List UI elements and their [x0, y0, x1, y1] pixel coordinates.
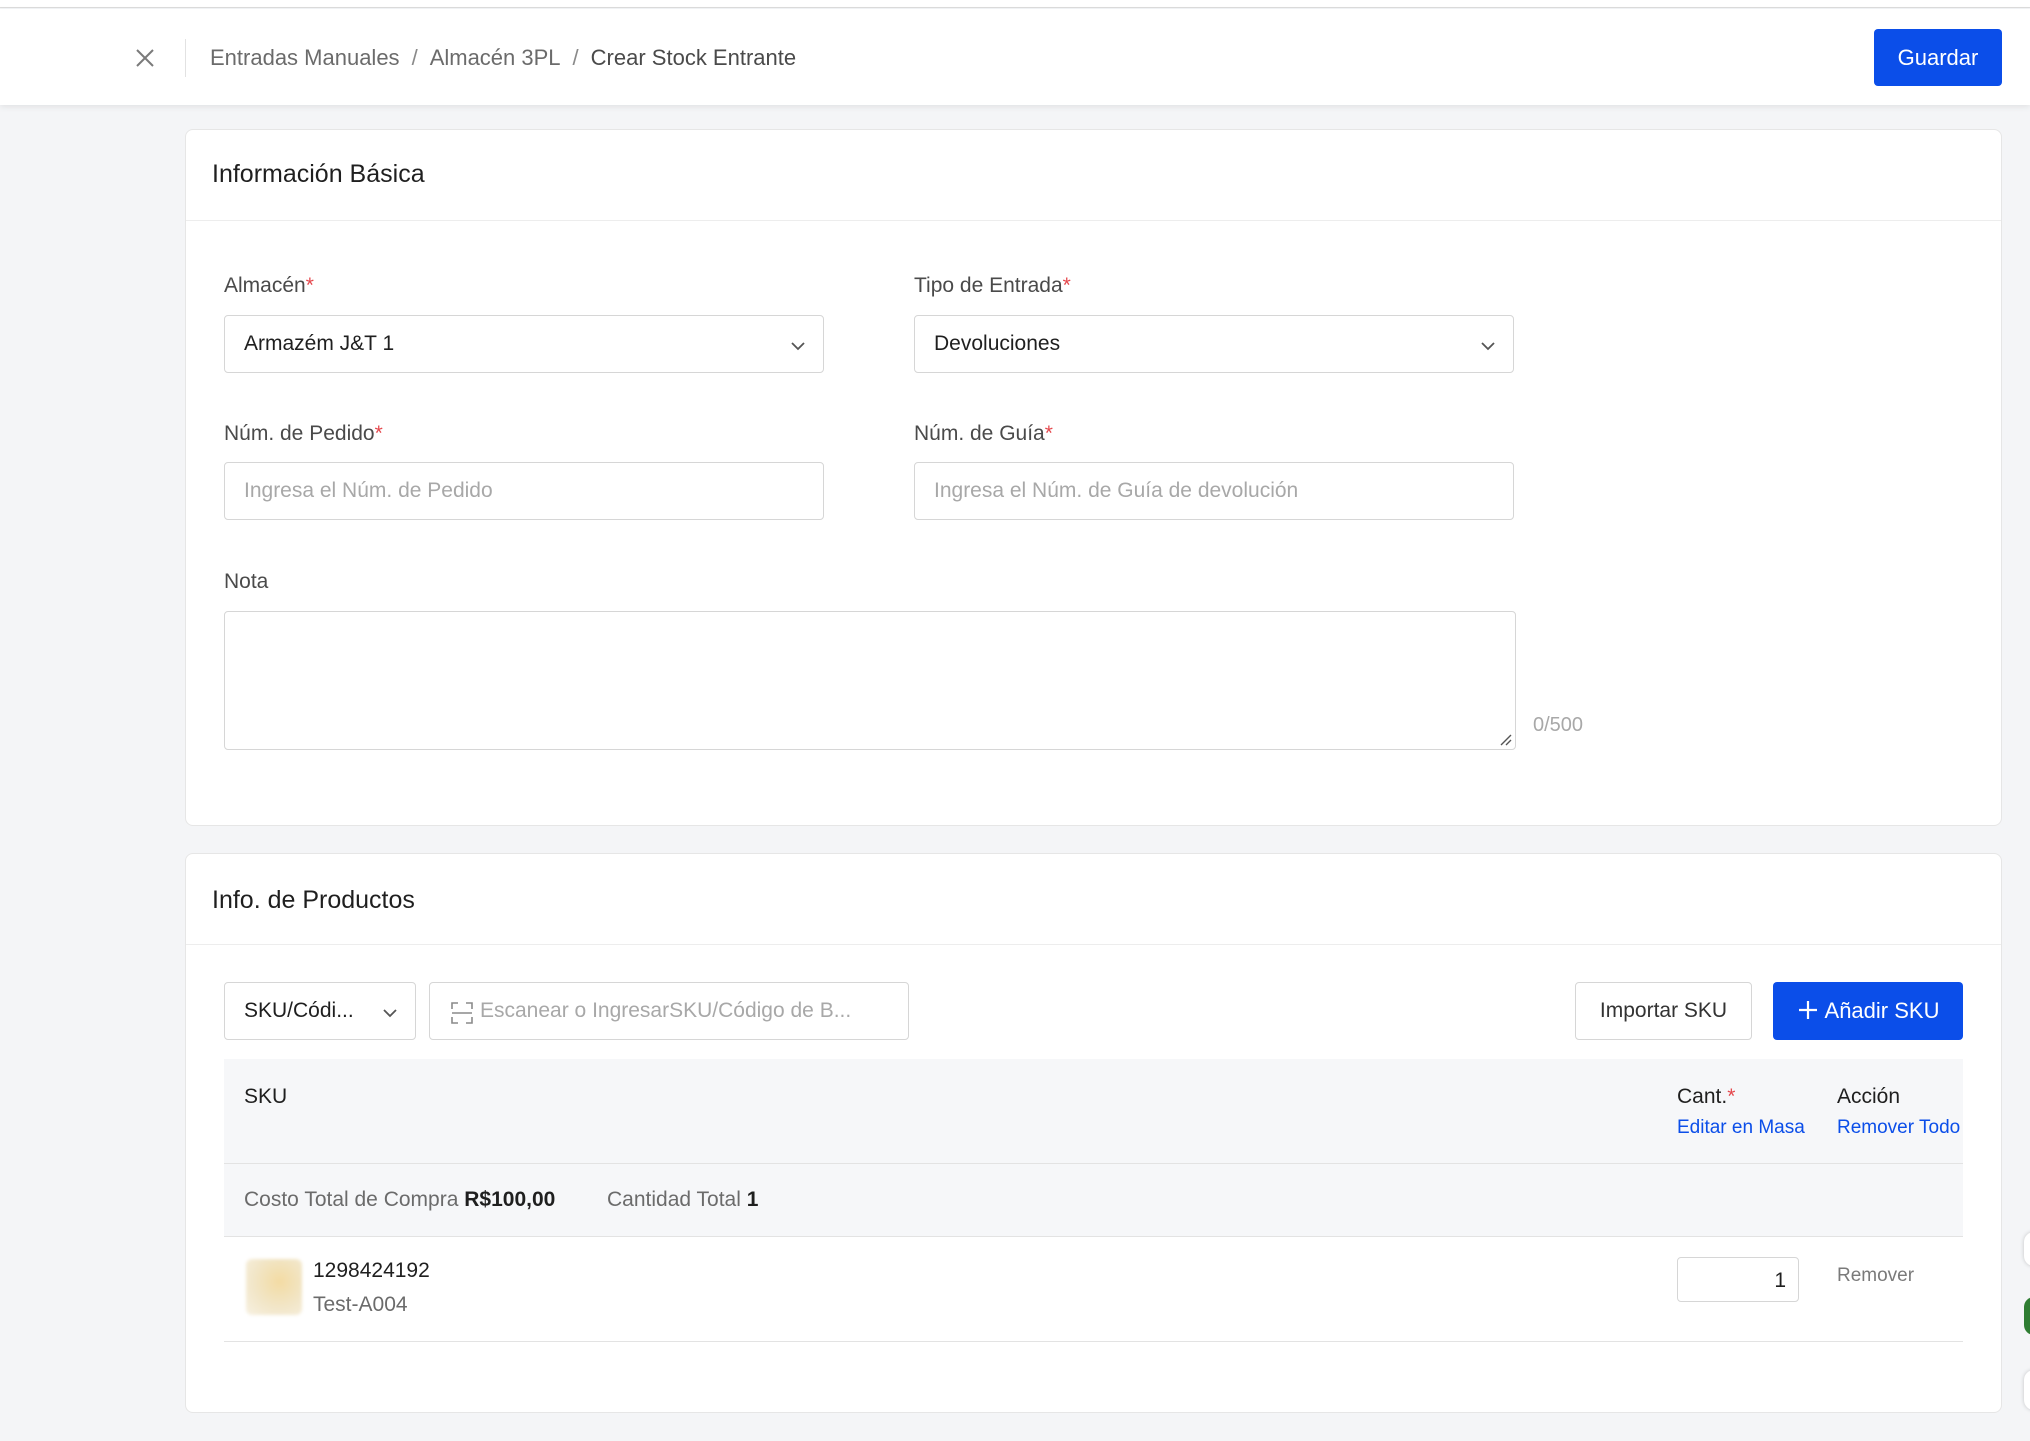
products-title: Info. de Productos [212, 886, 415, 914]
summary-cost: Costo Total de Compra R$100,00 [244, 1188, 556, 1211]
basic-info-card: Información Básica Almacén* Armazém J&T … [185, 129, 2002, 826]
entry-type-label: Tipo de Entrada* [914, 274, 1071, 297]
qty-value: 1 [1774, 1269, 1786, 1292]
warehouse-label: Almacén* [224, 274, 314, 297]
table-divider [224, 1341, 1963, 1342]
chevron-down-icon [1479, 337, 1497, 355]
chevron-down-icon [789, 337, 807, 355]
remove-row-link[interactable]: Remover [1837, 1265, 1914, 1287]
floating-widget-edge[interactable] [2024, 1232, 2030, 1266]
breadcrumb: Entradas Manuales / Almacén 3PL / Crear Stoc… [210, 45, 796, 71]
col-action-header: Acción [1837, 1085, 1901, 1108]
chevron-down-icon [381, 1004, 399, 1022]
plus-icon [1797, 999, 1819, 1021]
top-border [0, 0, 2030, 8]
breadcrumb-separator: / [572, 45, 579, 70]
breadcrumb-item-entradas[interactable]: Entradas Manuales [210, 45, 400, 70]
search-type-value: SKU/Códi... [244, 999, 354, 1022]
add-sku-label: Añadir SKU [1824, 998, 1940, 1023]
scan-icon [450, 1001, 474, 1025]
order-no-input[interactable]: Ingresa el Núm. de Pedido [224, 462, 824, 520]
note-textarea[interactable] [224, 611, 1516, 750]
note-counter: 0/500 [1533, 714, 1584, 736]
entry-type-select[interactable]: Devoluciones [914, 315, 1514, 373]
basic-info-title: Información Básica [212, 160, 425, 188]
order-no-label: Núm. de Pedido* [224, 422, 383, 445]
warehouse-select[interactable]: Armazém J&T 1 [224, 315, 824, 373]
floating-widget-edge[interactable] [2024, 1370, 2030, 1410]
entry-type-value: Devoluciones [934, 332, 1061, 355]
warehouse-value: Armazém J&T 1 [244, 332, 395, 355]
col-qty-header: Cant.* [1677, 1085, 1736, 1108]
remove-all-link[interactable]: Remover Todo [1837, 1117, 1960, 1139]
search-type-select[interactable]: SKU/Códi... [224, 982, 416, 1040]
page-header: Entradas Manuales / Almacén 3PL / Crear Stoc… [0, 9, 2030, 105]
guide-no-input[interactable]: Ingresa el Núm. de Guía de devolución [914, 462, 1514, 520]
product-name: Test-A004 [313, 1293, 408, 1316]
sku-search-input[interactable]: Escanear o IngresarSKU/Código de B... [429, 982, 909, 1040]
table-row: 1298424192 Test-A004 1 Remover [224, 1237, 1963, 1340]
header-divider [185, 39, 186, 77]
close-icon[interactable] [132, 45, 158, 71]
card-divider [186, 944, 2001, 945]
note-label: Nota [224, 570, 269, 593]
products-card: Info. de Productos SKU/Códi... Escanear … [185, 853, 2002, 1413]
add-sku-button[interactable]: Añadir SKU [1773, 982, 1963, 1040]
qty-input[interactable]: 1 [1677, 1257, 1799, 1302]
save-button[interactable]: Guardar [1874, 29, 2002, 86]
resize-handle-icon[interactable] [1498, 732, 1512, 746]
card-divider [186, 220, 2001, 221]
table-header: SKU Cant.* Editar en Masa Acción Remover… [224, 1059, 1963, 1163]
summary-qty: Cantidad Total 1 [607, 1188, 759, 1211]
summary-row: Costo Total de Compra R$100,00 Cantidad … [224, 1164, 1963, 1236]
guide-no-placeholder: Ingresa el Núm. de Guía de devolución [934, 479, 1299, 502]
breadcrumb-item-almacen[interactable]: Almacén 3PL [430, 45, 561, 70]
product-thumbnail [246, 1259, 302, 1315]
order-no-placeholder: Ingresa el Núm. de Pedido [244, 479, 493, 502]
guide-no-label: Núm. de Guía* [914, 422, 1053, 445]
breadcrumb-item-current: Crear Stock Entrante [590, 45, 797, 70]
product-sku: 1298424192 [313, 1259, 430, 1282]
sku-search-placeholder: Escanear o IngresarSKU/Código de B... [480, 999, 852, 1022]
bulk-edit-link[interactable]: Editar en Masa [1677, 1117, 1805, 1139]
col-sku-header: SKU [244, 1085, 288, 1108]
import-sku-button[interactable]: Importar SKU [1575, 982, 1752, 1040]
breadcrumb-separator: / [411, 45, 418, 70]
floating-widget-edge[interactable] [2024, 1297, 2030, 1335]
